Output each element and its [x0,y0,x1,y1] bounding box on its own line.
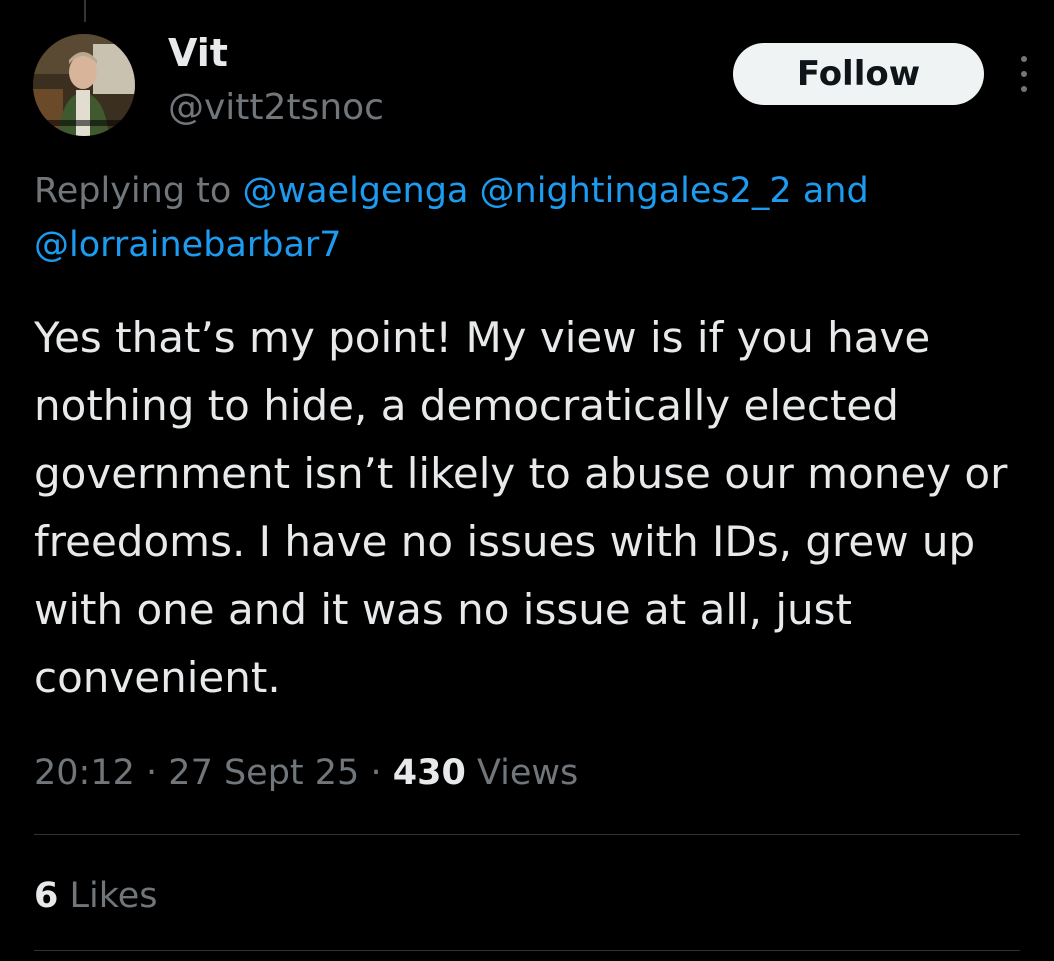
meta-separator: · [146,753,158,793]
replying-prefix: Replying to [34,171,232,211]
mention-conjunction[interactable]: and [803,171,869,211]
tweet-time[interactable]: 20:12 [34,753,135,793]
avatar[interactable] [33,34,135,136]
replying-to: Replying to @waelgenga @nightingales2_2 … [34,164,1034,272]
more-options-icon[interactable] [1012,56,1036,92]
divider [34,834,1020,835]
meta-separator: · [370,753,382,793]
tweet-date[interactable]: 27 Sept 25 [168,753,359,793]
profile-photo-icon [33,34,135,136]
views-label: Views [476,753,579,793]
likes-link[interactable]: 6 Likes [34,870,158,922]
divider [34,950,1020,951]
tweet-text: Yes that’s my point! My view is if you h… [34,313,1008,702]
mention-link[interactable]: @nightingales2_2 [480,171,792,211]
author-display-name[interactable]: Vit [168,28,228,78]
likes-count: 6 [34,876,59,916]
author-handle[interactable]: @vitt2tsnoc [168,84,384,132]
mention-link[interactable]: @lorrainebarbar7 [34,225,342,265]
tweet-meta: 20:12 · 27 Sept 25 · 430 Views [34,747,578,799]
follow-button[interactable]: Follow [733,43,984,105]
mention-link[interactable]: @waelgenga [242,171,468,211]
likes-label: Likes [69,876,158,916]
thread-connector-line [84,0,86,22]
views-count: 430 [392,753,466,793]
